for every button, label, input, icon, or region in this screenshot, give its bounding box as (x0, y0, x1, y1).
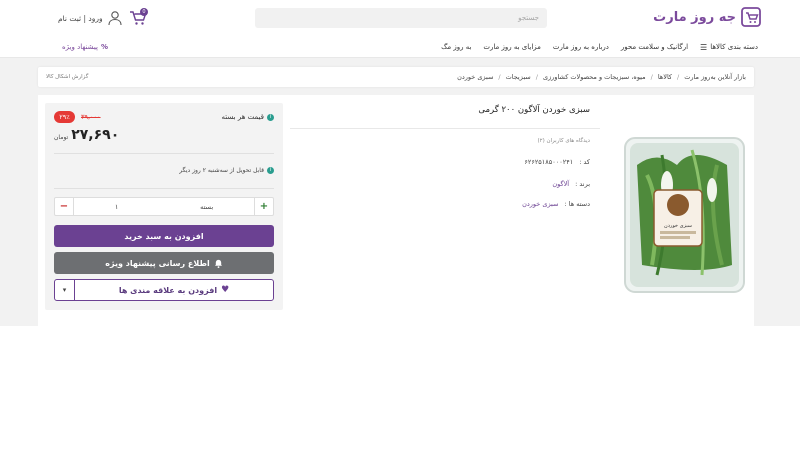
breadcrumb-separator: / (677, 73, 680, 81)
product-title: سبزی خوردن آلاگون ۲۰۰ گرمی (478, 105, 590, 115)
logo-text: جه روز مارت (653, 9, 736, 25)
cart-button[interactable]: 0 (128, 8, 148, 28)
quantity-stepper: − بسته ۱ + (54, 197, 274, 216)
login-text: ورود | ثبت نام (58, 13, 103, 23)
delivery-info: i قابل تحویل از سه‌شنبه ۲ روز دیگر (179, 167, 274, 174)
divider (290, 128, 600, 129)
info-icon: i (267, 167, 274, 174)
currency: تومان (54, 134, 69, 141)
notify-offer-button[interactable]: اطلاع رسانی پیشنهاد ویژه (54, 252, 274, 274)
notify-label: اطلاع رسانی پیشنهاد ویژه (105, 258, 210, 268)
breadcrumb-separator: / (650, 73, 653, 81)
wishlist-label: افزودن به علاقه مندی ها (118, 285, 218, 295)
price-label: i قیمت هر بسته (222, 113, 274, 121)
bell-icon (214, 259, 222, 268)
report-issue-link[interactable]: گزارش اشکال کالا (46, 67, 88, 87)
breadcrumb-item[interactable]: بازار آنلاین به‌روز مارت (684, 73, 746, 81)
price-value: ۲۷,۶۹۰ (71, 127, 120, 143)
search-box[interactable] (255, 8, 547, 28)
wishlist-button-group: ▾ افزودن به علاقه مندی ها ♥ (54, 279, 274, 301)
decrease-quantity-button[interactable]: − (55, 198, 74, 215)
package-label: سبزی خوردن (664, 223, 692, 229)
login-link[interactable]: ورود | ثبت نام (58, 8, 123, 28)
nav-item-organic[interactable]: ارگانیک و سلامت محور (621, 43, 688, 51)
cart-count-badge: 0 (140, 8, 148, 16)
increase-quantity-button[interactable]: + (254, 198, 273, 215)
category-label: دسته ها : (564, 200, 590, 208)
delivery-text: قابل تحویل از سه‌شنبه ۲ روز دیگر (179, 167, 264, 174)
nav-items: ☰ دسته بندی کالاها ارگانیک و سلامت محور … (441, 36, 758, 58)
discount-badge: ۲۹٪ (54, 111, 75, 123)
breadcrumb-item[interactable]: سبزیجات (506, 73, 531, 81)
heart-icon: ♥ (221, 285, 230, 295)
product-code: کد : ۶۲۶۲۵۱۸۵۰۰۰۲۴۱ (524, 158, 590, 166)
special-offers-link[interactable]: پیشنهاد ویژه % (62, 36, 108, 58)
category-link[interactable]: سبزی خوردن (522, 200, 558, 208)
brand-link[interactable]: آلاگون (552, 180, 569, 188)
nav-item-benefits[interactable]: مزایای به روز مارت (483, 43, 541, 51)
product-brand: برند : آلاگون (552, 180, 590, 188)
user-icon (108, 11, 122, 26)
quantity-value[interactable]: ۱ (115, 203, 119, 211)
divider (54, 188, 274, 189)
code-label: کد : (579, 158, 590, 166)
top-header: جه روز مارت 0 ورود | ثبت نام (0, 0, 800, 36)
info-icon[interactable]: i (267, 113, 274, 121)
breadcrumb-item[interactable]: سبزی خوردن (457, 73, 493, 81)
reviews-link[interactable]: دیدگاه های کاربران (۲) (537, 138, 590, 144)
main-nav: ☰ دسته بندی کالاها ارگانیک و سلامت محور … (0, 36, 800, 58)
chevron-down-icon: ▾ (62, 286, 67, 294)
old-price: ۳۹,۰۰۰ (81, 113, 101, 121)
breadcrumb-separator: / (498, 73, 501, 81)
add-to-cart-label: افزودن به سبد خرید (124, 231, 204, 241)
offers-label: پیشنهاد ویژه (62, 43, 98, 51)
breadcrumb-items: بازار آنلاین به‌روز مارت / کالاها / میوه… (457, 67, 746, 87)
breadcrumb-item[interactable]: کالاها (658, 73, 672, 81)
nav-item-label: دسته بندی کالاها (710, 43, 758, 51)
code-value: ۶۲۶۲۵۱۸۵۰۰۰۲۴۱ (524, 158, 574, 166)
current-price: ۲۷,۶۹۰ تومان (54, 127, 119, 143)
search-input[interactable] (255, 8, 547, 28)
product-image[interactable]: سبزی خوردن (622, 135, 747, 295)
breadcrumb: بازار آنلاین به‌روز مارت / کالاها / میوه… (38, 67, 754, 87)
wishlist-dropdown-toggle[interactable]: ▾ (55, 280, 75, 300)
add-to-cart-button[interactable]: افزودن به سبد خرید (54, 225, 274, 247)
price-label-text: قیمت هر بسته (221, 113, 264, 121)
buy-box: i قیمت هر بسته ۲۹٪ ۳۹,۰۰۰ ۲۷,۶۹۰ تومان i… (45, 103, 283, 310)
nav-item-about[interactable]: درباره به روز مارت (553, 43, 609, 51)
quantity-unit: بسته (200, 202, 214, 211)
quantity-display: بسته ۱ (74, 198, 254, 215)
add-to-wishlist-button[interactable]: افزودن به علاقه مندی ها ♥ (75, 280, 273, 300)
percent-icon: % (100, 43, 108, 51)
brand-label: برند : (575, 180, 590, 188)
nav-item-mag[interactable]: به روز مگ (441, 43, 471, 51)
nav-item-categories[interactable]: ☰ دسته بندی کالاها (700, 43, 758, 52)
menu-icon: ☰ (700, 42, 708, 52)
divider (54, 153, 274, 154)
breadcrumb-separator: / (535, 73, 538, 81)
site-logo[interactable]: جه روز مارت (653, 6, 762, 28)
cart-logo-icon (741, 7, 761, 27)
product-categories: دسته ها : سبزی خوردن (522, 200, 590, 208)
breadcrumb-item[interactable]: میوه، سبزیجات و محصولات کشاورزی (543, 73, 646, 81)
